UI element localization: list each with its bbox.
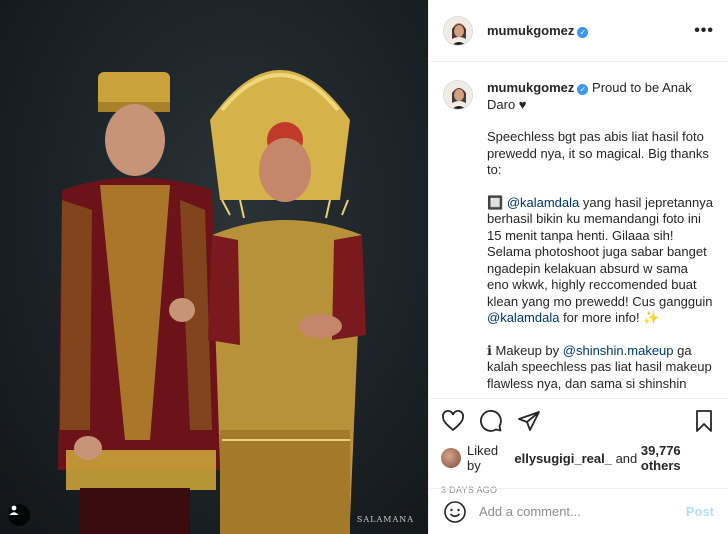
comment-bar: Post <box>429 488 728 534</box>
comment-icon[interactable] <box>479 409 503 433</box>
post-header: mumukgomez ✓ ••• <box>429 0 728 62</box>
emoji-icon[interactable] <box>443 500 467 524</box>
person-icon <box>9 505 19 515</box>
verified-badge-icon: ✓ <box>577 27 589 38</box>
post-comment-button[interactable]: Post <box>686 504 714 519</box>
tagged-user-button[interactable] <box>8 504 30 526</box>
bride-figure <box>208 70 366 534</box>
likes-and: and <box>615 450 638 466</box>
groom-figure <box>58 72 222 534</box>
caption-para2-suffix: for more info! ✨ <box>559 310 660 325</box>
bookmark-icon[interactable] <box>692 409 716 433</box>
caption-avatar[interactable] <box>443 80 473 110</box>
caption-scroll-area[interactable]: mumukgomez ✓ Proud to be Anak Daro ♥ Spee… <box>429 62 728 398</box>
likes-count[interactable]: 39,776 others <box>641 443 716 473</box>
mention-link[interactable]: @kalamdala <box>487 310 559 325</box>
caption-para2-prefix: 🔲 <box>487 194 507 210</box>
caption-username[interactable]: mumukgomez <box>487 80 574 95</box>
wedding-photo-illustration <box>58 70 366 534</box>
share-icon[interactable] <box>517 409 541 433</box>
header-username[interactable]: mumukgomez ✓ <box>487 23 589 38</box>
instagram-post: SALAMANA mumukgomez ✓ ••• mumukgomez ✓ P… <box>0 0 728 534</box>
more-options-icon[interactable]: ••• <box>694 22 714 40</box>
caption-para3: ℹ Makeup by @shinshin.makeup ga kalah sp… <box>487 343 713 393</box>
post-actions: Liked by ellysugigi_real_ and 39,776 oth… <box>429 398 728 495</box>
liker-username[interactable]: ellysugigi_real_ <box>514 451 612 466</box>
username-text[interactable]: mumukgomez <box>487 23 574 38</box>
photo-watermark: SALAMANA <box>356 515 414 524</box>
comment-input[interactable] <box>479 504 686 519</box>
caption-para3-prefix: ℹ Makeup by <box>487 342 563 358</box>
caption-para2: 🔲 @kalamdala yang hasil jepretannya berh… <box>487 195 713 327</box>
mention-link[interactable]: @kalamdala <box>507 195 579 210</box>
caption-para2-text: yang hasil jepretannya berhasil bikin ku… <box>487 194 713 309</box>
caption-para1: Speechless bgt pas abis liat hasil foto … <box>487 129 709 177</box>
avatar[interactable] <box>443 15 473 46</box>
action-icons <box>441 407 716 435</box>
mention-link[interactable]: @shinshin.makeup <box>563 343 674 358</box>
post-photo[interactable]: SALAMANA <box>0 0 428 534</box>
liker-avatar[interactable] <box>441 448 461 468</box>
avatar-image <box>444 16 472 45</box>
post-sidebar: mumukgomez ✓ ••• mumukgomez ✓ Proud to be … <box>428 0 728 534</box>
heart-icon[interactable] <box>441 409 465 433</box>
likes-summary: Liked by ellysugigi_real_ and 39,776 oth… <box>441 443 716 473</box>
caption-text: mumukgomez ✓ Proud to be Anak Daro ♥ Spee… <box>487 80 713 398</box>
avatar-image <box>444 81 472 109</box>
verified-badge-icon: ✓ <box>577 84 589 95</box>
likes-prefix: Liked by <box>467 443 499 473</box>
